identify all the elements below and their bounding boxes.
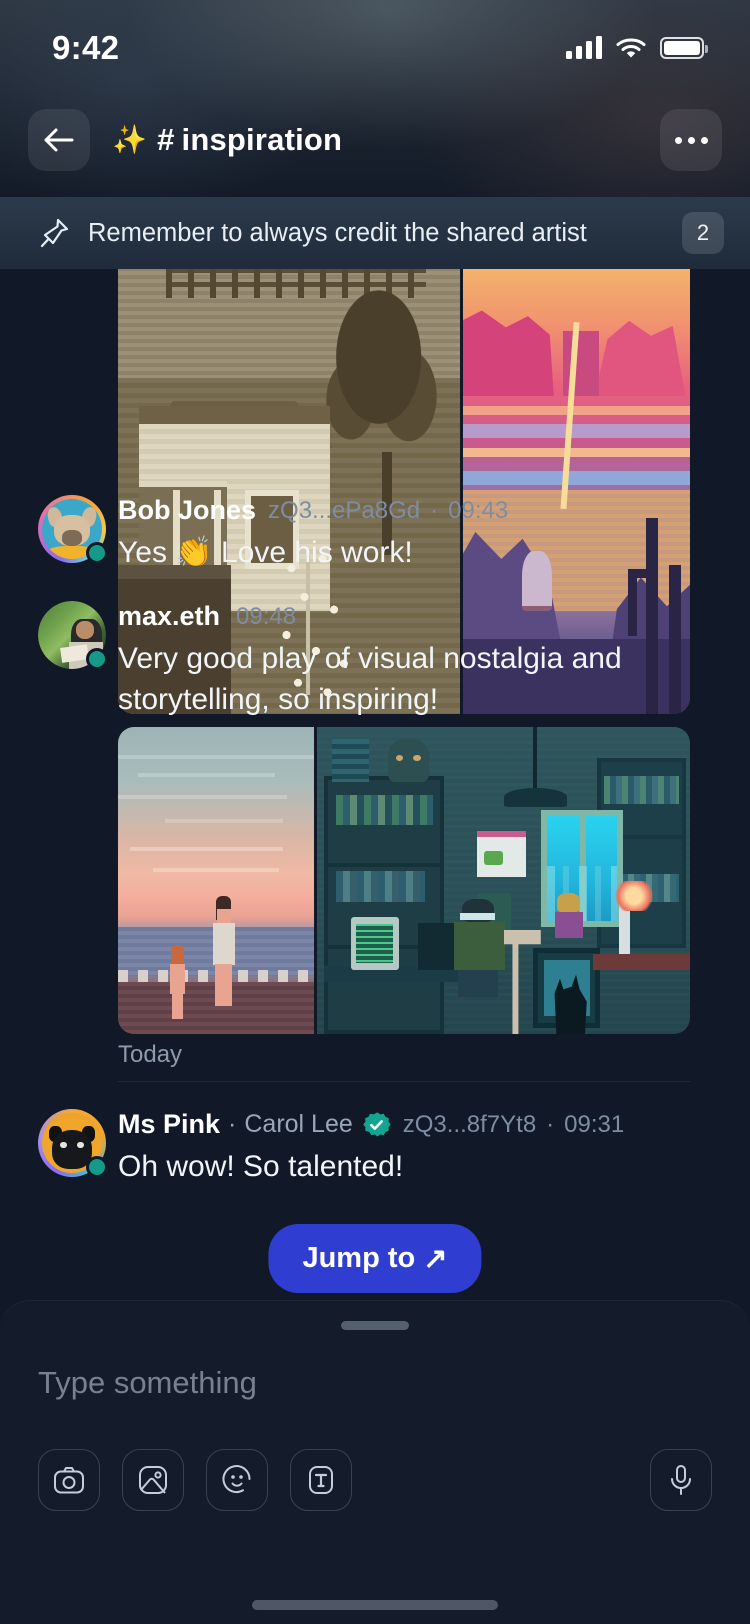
pinned-count-badge: 2 xyxy=(682,212,724,254)
status-bar-time: 9:42 xyxy=(52,29,120,66)
message-separator: · xyxy=(546,1110,555,1138)
image-icon xyxy=(139,1466,167,1494)
attachment-grid[interactable] xyxy=(118,727,690,1034)
pixel-art-beach-sunset[interactable] xyxy=(118,727,314,1034)
text-format-icon xyxy=(309,1466,333,1494)
message-author[interactable]: Bob Jones xyxy=(118,495,256,526)
message-meta: max.eth 09:48 xyxy=(118,601,710,632)
message-text: Oh wow! So talented! xyxy=(118,1150,404,1183)
message-item[interactable]: max.eth 09:48 Very good play of visual n… xyxy=(0,601,750,721)
online-status-dot xyxy=(86,1156,108,1178)
name-separator: · xyxy=(228,1110,237,1138)
wifi-icon xyxy=(616,38,646,58)
text-format-button[interactable] xyxy=(290,1449,352,1511)
image-button[interactable] xyxy=(122,1449,184,1511)
message-time: 09:31 xyxy=(564,1110,625,1138)
message-handle: zQ3...ePa8Gd xyxy=(268,496,421,524)
message-list[interactable]: Bob Jones zQ3...ePa8Gd · 09:43 Yes 👏 Lov… xyxy=(0,269,750,1300)
channel-header: ✨ # inspiration xyxy=(0,104,750,176)
message-author[interactable]: Ms Pink xyxy=(118,1109,220,1140)
microphone-icon xyxy=(671,1465,691,1495)
page-title: ✨ # inspiration xyxy=(112,122,660,158)
online-status-dot xyxy=(86,648,108,670)
cellular-signal-icon xyxy=(566,36,602,59)
pinned-message-text: Remember to always credit the shared art… xyxy=(88,218,587,247)
camera-icon xyxy=(54,1467,84,1494)
pinned-message-banner[interactable]: Remember to always credit the shared art… xyxy=(0,197,750,269)
avatar[interactable] xyxy=(38,601,108,670)
message-composer: Type something xyxy=(0,1300,750,1624)
message-meta: Ms Pink · Carol Lee zQ3...8f7Yt8 · 09:31 xyxy=(118,1109,710,1140)
message-author[interactable]: max.eth xyxy=(118,601,220,632)
online-status-dot xyxy=(86,542,108,564)
message-time: 09:43 xyxy=(448,496,509,524)
sticker-button[interactable] xyxy=(206,1449,268,1511)
sticker-icon xyxy=(222,1465,251,1494)
message-item[interactable]: Bob Jones zQ3...ePa8Gd · 09:43 Yes 👏 Lov… xyxy=(0,495,750,573)
verified-badge-icon xyxy=(362,1111,391,1139)
channel-hash: # xyxy=(157,122,175,157)
status-bar: 9:42 xyxy=(0,0,750,96)
message-item[interactable]: Ms Pink · Carol Lee zQ3...8f7Yt8 · 09:31… xyxy=(0,1109,750,1187)
composer-toolbar xyxy=(38,1449,712,1511)
back-arrow-icon xyxy=(44,128,74,152)
pixel-art-cozy-study[interactable] xyxy=(317,727,690,1034)
pin-icon xyxy=(40,218,69,248)
more-options-icon xyxy=(674,136,708,144)
day-divider-label: Today xyxy=(118,1041,183,1068)
message-real-name: Carol Lee xyxy=(244,1110,353,1138)
channel-name: inspiration xyxy=(181,122,343,157)
status-bar-icons xyxy=(566,36,708,59)
voice-message-button[interactable] xyxy=(650,1449,712,1511)
more-options-button[interactable] xyxy=(660,109,722,171)
message-meta: Bob Jones zQ3...ePa8Gd · 09:43 xyxy=(118,495,710,526)
day-divider: Today xyxy=(118,1041,690,1082)
jump-to-label: Jump to xyxy=(302,1242,416,1274)
message-input[interactable]: Type something xyxy=(38,1365,257,1401)
message-text: Very good play of visual nostalgia and s… xyxy=(118,642,622,717)
avatar[interactable] xyxy=(38,1109,108,1178)
battery-full-icon xyxy=(660,37,708,59)
home-indicator xyxy=(252,1600,498,1610)
chat-screen: 9:42 ✨ # inspiration Remember to always … xyxy=(0,0,750,1624)
drag-handle[interactable] xyxy=(341,1321,409,1330)
sparkle-icon: ✨ xyxy=(112,124,148,155)
divider-line xyxy=(118,1081,690,1082)
jump-to-button[interactable]: Jump to ↗ xyxy=(268,1224,482,1293)
message-text: Yes 👏 Love his work! xyxy=(118,536,413,569)
camera-button[interactable] xyxy=(38,1449,100,1511)
message-time: 09:48 xyxy=(236,602,297,630)
message-separator: · xyxy=(430,496,439,524)
jump-arrow-icon: ↗ xyxy=(423,1243,448,1275)
avatar[interactable] xyxy=(38,495,108,564)
message-handle: zQ3...8f7Yt8 xyxy=(402,1110,537,1138)
back-button[interactable] xyxy=(28,109,90,171)
